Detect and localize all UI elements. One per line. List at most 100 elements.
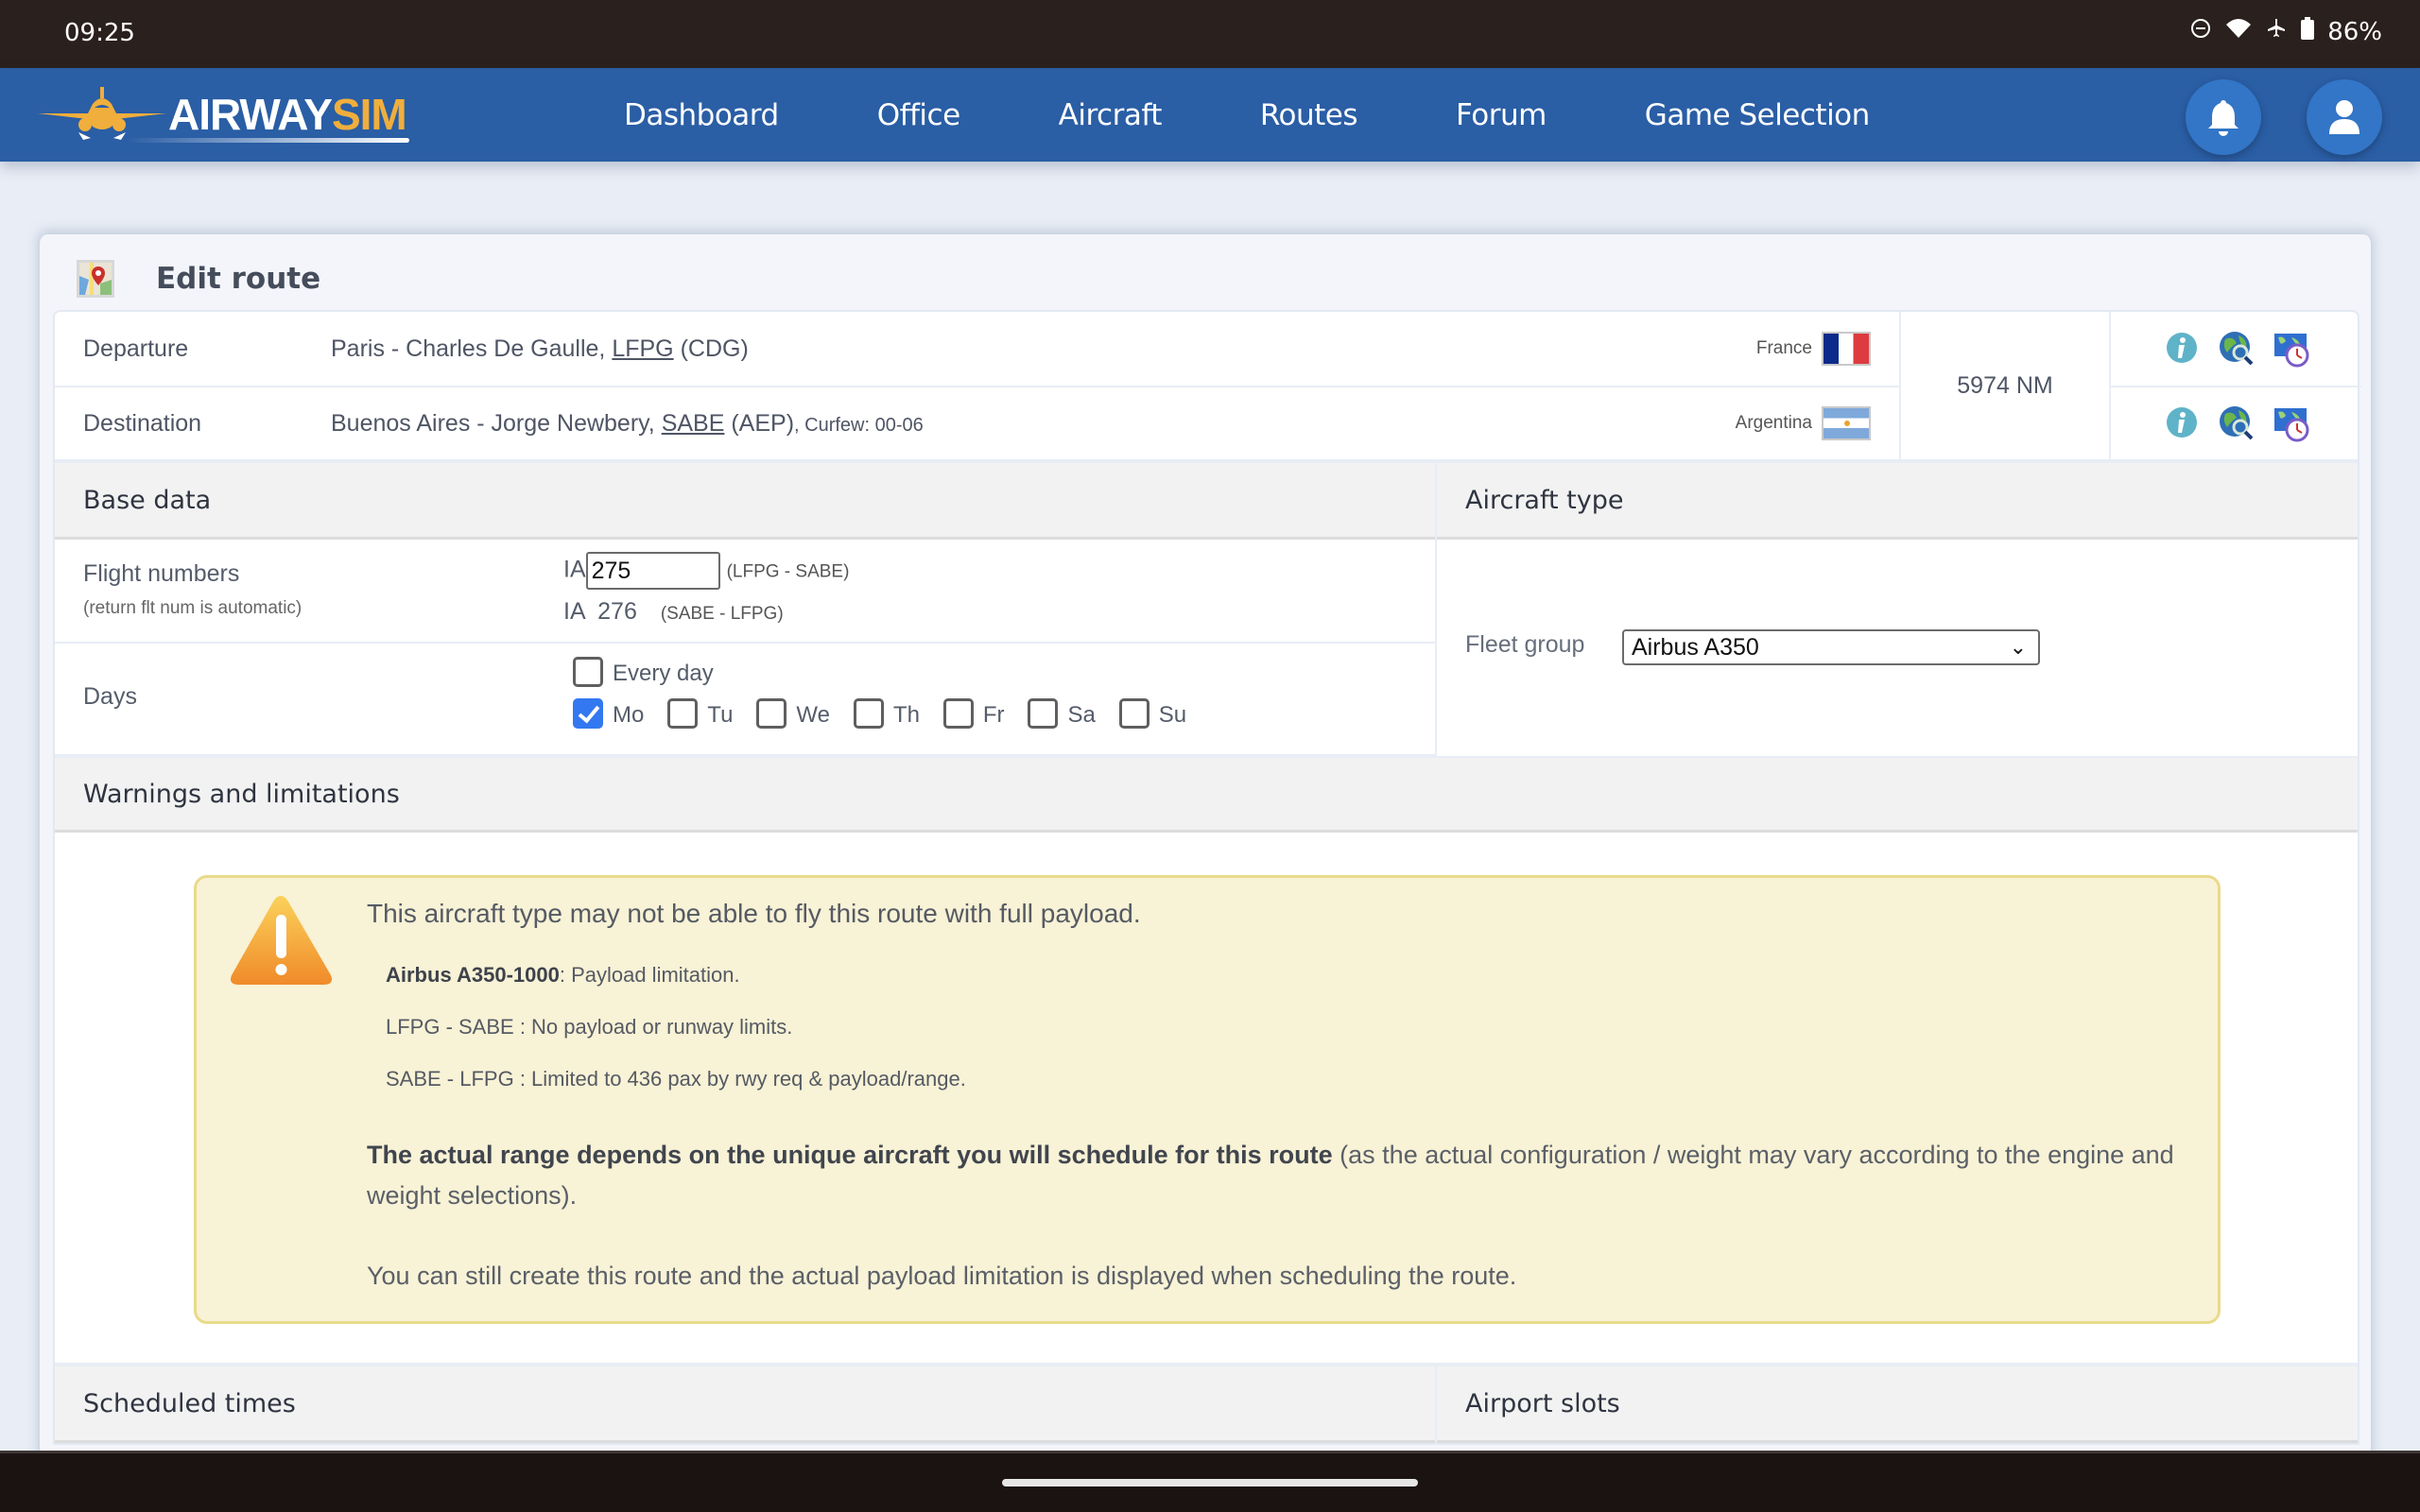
checkbox-we[interactable] bbox=[756, 698, 787, 729]
airwaysim-logo[interactable]: AIRWAYSIM bbox=[36, 79, 424, 147]
departure-row: Departure Paris - Charles De Gaulle, LFP… bbox=[55, 312, 1899, 386]
flag-argentina-icon bbox=[1822, 406, 1871, 440]
base-data-section: Base data Flight numbers (return flt num… bbox=[55, 463, 2358, 756]
departure-icao-link[interactable]: LFPG bbox=[612, 335, 673, 362]
outbound-route: (LFPG - SABE) bbox=[726, 561, 850, 582]
info-icon[interactable] bbox=[2163, 330, 2201, 368]
fleet-group-select[interactable]: Airbus A350 ⌄ bbox=[1622, 629, 2040, 665]
still-create-note: You can still create this route and the … bbox=[367, 1262, 1517, 1290]
checkbox-sa[interactable] bbox=[1028, 698, 1059, 729]
departure-actions bbox=[2111, 312, 2361, 386]
leg-limit-return: SABE - LFPG : Limited to 436 pax by rwy … bbox=[386, 1067, 966, 1091]
flight-number-input[interactable] bbox=[585, 552, 720, 590]
checkbox-fr[interactable] bbox=[942, 698, 974, 729]
checkbox-su[interactable] bbox=[1118, 698, 1150, 729]
departure-label: Departure bbox=[83, 335, 189, 362]
flight-numbers-row: Flight numbers (return flt num is automa… bbox=[55, 540, 1435, 644]
warning-icon bbox=[231, 896, 332, 985]
range-note: The actual range depends on the unique a… bbox=[367, 1141, 2174, 1210]
notifications-button[interactable] bbox=[2186, 79, 2261, 155]
main-menu: Dashboard Office Aircraft Routes Forum G… bbox=[624, 68, 1968, 162]
departure-country: France bbox=[1755, 338, 1812, 358]
fleet-group-label: Fleet group bbox=[1465, 631, 1585, 658]
world-clock-icon[interactable] bbox=[2273, 330, 2310, 368]
day-mo[interactable]: Mo bbox=[573, 698, 644, 729]
days-label: Days bbox=[83, 683, 137, 710]
every-day-option[interactable]: Every day bbox=[573, 657, 714, 687]
system-nav-bar bbox=[0, 1451, 2420, 1512]
logo-swoosh bbox=[126, 138, 409, 143]
logo-text: AIRWAYSIM bbox=[168, 90, 407, 139]
aircraft-type-body: Fleet group Airbus A350 ⌄ bbox=[1437, 540, 2358, 755]
globe-search-icon[interactable] bbox=[2218, 330, 2256, 368]
destination-country: Argentina bbox=[1735, 413, 1812, 433]
nav-office[interactable]: Office bbox=[877, 98, 960, 132]
warnings-section: This aircraft type may not be able to fl… bbox=[55, 833, 2358, 1366]
return-flight-number: IA 276 bbox=[563, 598, 637, 625]
warning-box: This aircraft type may not be able to fl… bbox=[194, 875, 2221, 1324]
top-navbar: AIRWAYSIM Dashboard Office Aircraft Rout… bbox=[0, 68, 2420, 162]
edit-route-card: Edit route Departure Paris - Charles De … bbox=[38, 234, 2373, 1463]
page-title: Edit route bbox=[156, 262, 321, 296]
every-day-checkbox[interactable] bbox=[573, 657, 603, 687]
checkbox-mo[interactable] bbox=[573, 698, 603, 729]
scheduled-times-header: Scheduled times bbox=[55, 1366, 1435, 1443]
flight-numbers-label: Flight numbers bbox=[83, 560, 240, 587]
curfew-info: , Curfew: 00-06 bbox=[794, 414, 924, 436]
aircraft-limitation: Airbus A350-1000: Payload limitation. bbox=[386, 963, 740, 987]
battery-icon bbox=[2301, 17, 2315, 46]
nav-aircraft[interactable]: Aircraft bbox=[1059, 98, 1163, 132]
wifi-icon bbox=[2225, 17, 2252, 46]
info-icon[interactable] bbox=[2163, 404, 2201, 442]
aircraft-type-header: Aircraft type bbox=[1437, 463, 2358, 540]
route-distance: 5974 NM bbox=[1901, 312, 2111, 459]
return-route: (SABE - LFPG) bbox=[660, 604, 784, 624]
checkbox-th[interactable] bbox=[853, 698, 884, 729]
destination-actions bbox=[2111, 386, 2361, 459]
day-checkboxes: Mo Tu We Th Fr Sa Su bbox=[573, 698, 1194, 735]
day-sa[interactable]: Sa bbox=[1018, 698, 1096, 729]
flag-france-icon bbox=[1822, 332, 1871, 366]
map-icon bbox=[77, 260, 114, 298]
home-gesture-handle[interactable] bbox=[1002, 1479, 1418, 1486]
day-th[interactable]: Th bbox=[844, 698, 920, 729]
airplane-mode-icon bbox=[2265, 17, 2288, 46]
route-summary: Departure Paris - Charles De Gaulle, LFP… bbox=[55, 312, 2361, 463]
departure-airport: Paris - Charles De Gaulle, LFPG (CDG) bbox=[331, 335, 749, 362]
chevron-down-icon: ⌄ bbox=[2009, 635, 2027, 659]
clock: 09:25 bbox=[64, 19, 135, 47]
status-bar: 09:25 86% bbox=[0, 0, 2420, 68]
warning-main-text: This aircraft type may not be able to fl… bbox=[367, 899, 1141, 928]
destination-icao-link[interactable]: SABE bbox=[662, 410, 725, 437]
nav-forum[interactable]: Forum bbox=[1456, 98, 1547, 132]
bell-icon bbox=[2208, 100, 2238, 136]
profile-button[interactable] bbox=[2307, 79, 2382, 155]
globe-search-icon[interactable] bbox=[2218, 404, 2256, 442]
destination-row: Destination Buenos Aires - Jorge Newbery… bbox=[55, 386, 1899, 459]
card-header: Edit route bbox=[76, 255, 320, 302]
checkbox-tu[interactable] bbox=[667, 698, 699, 729]
day-tu[interactable]: Tu bbox=[658, 698, 733, 729]
day-fr[interactable]: Fr bbox=[934, 698, 1005, 729]
days-row: Days Every day Mo Tu We Th Fr Sa Su bbox=[55, 644, 1435, 756]
airplane-logo-icon bbox=[38, 87, 166, 140]
dnd-icon bbox=[2189, 17, 2212, 46]
nav-game-selection[interactable]: Game Selection bbox=[1645, 98, 1871, 132]
destination-airport: Buenos Aires - Jorge Newbery, SABE (AEP)… bbox=[331, 409, 924, 437]
day-su[interactable]: Su bbox=[1110, 698, 1186, 729]
leg-limit-outbound: LFPG - SABE : No payload or runway limit… bbox=[386, 1015, 793, 1039]
nav-dashboard[interactable]: Dashboard bbox=[624, 98, 779, 132]
world-clock-icon[interactable] bbox=[2273, 404, 2310, 442]
battery-level: 86% bbox=[2327, 17, 2382, 46]
destination-label: Destination bbox=[83, 409, 202, 437]
warnings-header: Warnings and limitations bbox=[55, 756, 2358, 833]
nav-routes[interactable]: Routes bbox=[1260, 98, 1358, 132]
route-form: Departure Paris - Charles De Gaulle, LFP… bbox=[53, 310, 2361, 1445]
base-data-header: Base data bbox=[55, 463, 1435, 540]
day-we[interactable]: We bbox=[747, 698, 830, 729]
airline-prefix: IA bbox=[563, 556, 586, 583]
user-icon bbox=[2329, 100, 2360, 134]
lower-sections: Scheduled times Airport slots bbox=[55, 1366, 2358, 1443]
airport-slots-header: Airport slots bbox=[1437, 1366, 2358, 1443]
flight-numbers-sublabel: (return flt num is automatic) bbox=[83, 598, 302, 618]
